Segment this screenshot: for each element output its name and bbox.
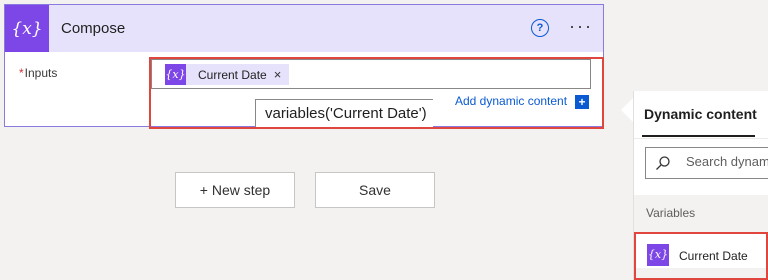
search-box[interactable] — [645, 147, 768, 179]
card-header[interactable]: {x} Compose ? ··· — [5, 5, 603, 52]
inputs-label: *Inputs — [19, 66, 57, 80]
section-label-variables: Variables — [646, 206, 696, 220]
required-mark: * — [19, 66, 24, 80]
search-icon — [656, 156, 670, 170]
search-input[interactable] — [686, 154, 768, 169]
inputs-label-text: Inputs — [24, 66, 58, 80]
card-title[interactable]: Compose — [61, 20, 125, 37]
compose-icon: {x} — [5, 5, 49, 52]
tab-dynamic-content[interactable]: Dynamic content — [644, 106, 757, 122]
highlight-box-variable — [634, 232, 768, 280]
active-tab-indicator — [642, 135, 755, 137]
new-step-button[interactable]: + New step — [175, 172, 295, 208]
panel-pointer — [621, 98, 633, 122]
highlight-box-inputs — [149, 57, 604, 129]
help-icon[interactable]: ? — [531, 19, 549, 37]
panel-divider — [634, 138, 768, 139]
more-options-icon[interactable]: ··· — [569, 16, 593, 36]
save-button[interactable]: Save — [315, 172, 435, 208]
